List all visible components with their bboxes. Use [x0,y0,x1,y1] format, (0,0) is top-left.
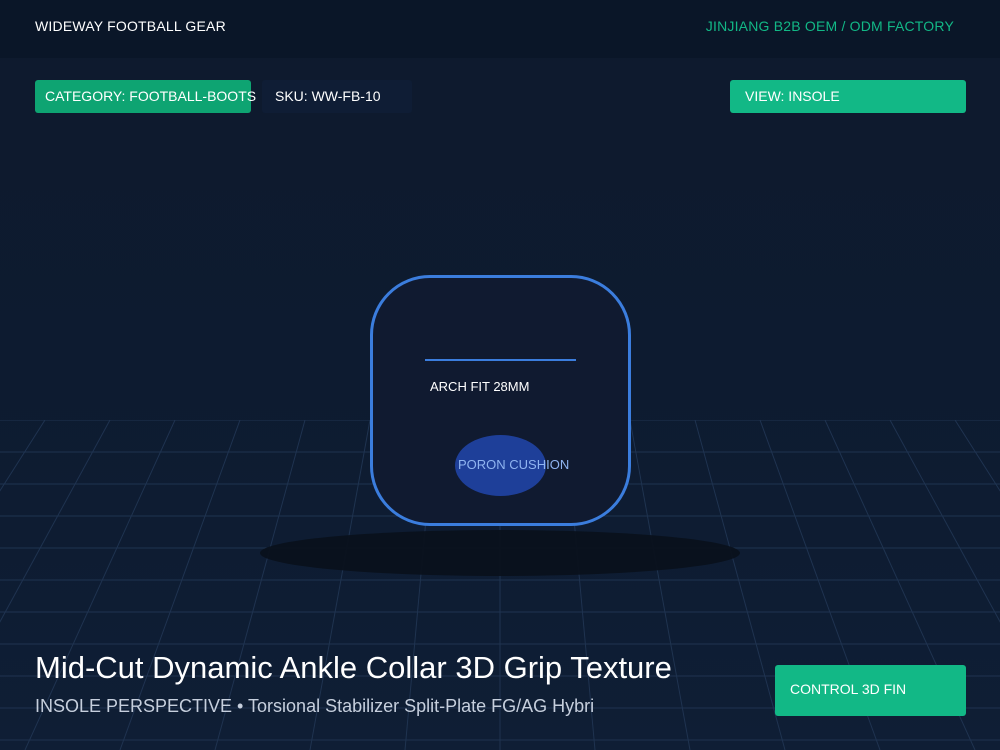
sku-label: SKU: WW-FB-10 [275,88,381,104]
product-title: Mid-Cut Dynamic Ankle Collar 3D Grip Tex… [35,650,672,685]
brand-name: WIDEWAY FOOTBALL GEAR [35,18,226,34]
category-label: CATEGORY: FOOTBALL-BOOTS [45,88,257,104]
top-bar: WIDEWAY FOOTBALL GEAR JINJIANG B2B OEM /… [0,0,1000,58]
category-badge: CATEGORY: FOOTBALL-BOOTS [35,80,256,113]
sku-badge: SKU: WW-FB-10 [262,80,412,113]
view-toggle-button[interactable]: VIEW: INSOLE [730,80,966,113]
product-subtitle: INSOLE PERSPECTIVE • Torsional Stabilize… [35,696,595,716]
insole-shadow [260,530,740,576]
control-3d-label: CONTROL 3D FIN [790,681,907,697]
view-label: VIEW: INSOLE [745,88,840,104]
arch-fit-label: ARCH FIT 28MM [430,379,530,394]
control-3d-button[interactable]: CONTROL 3D FIN [775,665,966,716]
arch-indicator-line [425,359,576,361]
factory-tagline: JINJIANG B2B OEM / ODM FACTORY [705,18,954,34]
poron-cushion-label: PORON CUSHION [458,457,570,472]
